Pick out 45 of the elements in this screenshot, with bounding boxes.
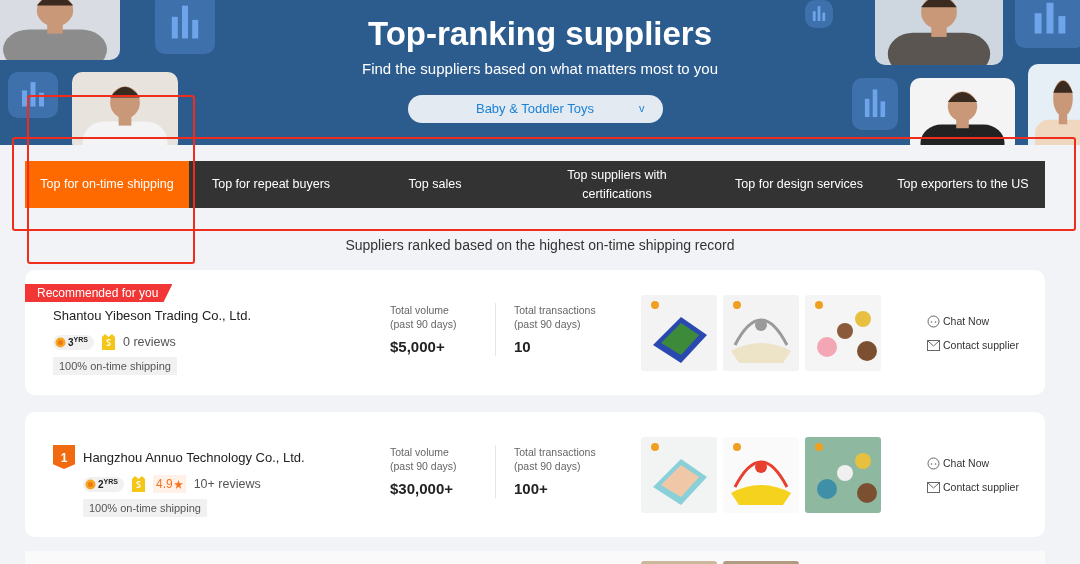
chat-icon [927,457,940,471]
bar-chart-icon [852,78,898,130]
mail-icon [927,481,940,495]
tab[interactable]: Top for repeat buyers [189,161,353,208]
review-count: 0 reviews [122,334,176,351]
contact-supplier-link[interactable]: Contact supplier [927,337,1019,354]
ranking-note: Suppliers ranked based on the highest on-time shipping record [345,237,735,253]
stat-label: Total transactions (past 90 days) [514,303,597,331]
years-badge: 2$^{YRS}$ [83,476,124,492]
bar-chart-icon [1015,0,1080,48]
stat-value: $5,000+ [390,338,446,356]
chat-now-link[interactable]: Chat Now [927,456,1019,472]
stat-value: $30,000+ [390,480,454,498]
chat-icon [927,315,940,329]
bar-chart-icon [155,0,215,54]
stat-value: 10 [514,338,532,356]
recommended-ribbon: Recommended for you [25,284,173,302]
star-icon [173,479,183,489]
bar-chart-icon [805,0,833,28]
stat-label: Total volume (past 90 days) [390,303,458,331]
bar-chart-icon [8,72,58,118]
tab[interactable]: Top for design services [717,161,881,208]
tab[interactable]: Top suppliers with certifications [517,161,717,208]
caret-icon: v [639,100,645,117]
banner-subtitle: Find the suppliers based on what matters most to you [362,58,718,79]
supplier-name[interactable]: Shantou Yibeson Trading Co., Ltd. [53,306,252,326]
tab[interactable]: Top sales [353,161,517,208]
stat-label: Total volume (past 90 days) [390,445,458,473]
chat-now-link[interactable]: Chat Now [927,314,1019,330]
medal-icon [55,336,66,348]
supplier-name[interactable]: Hangzhou Annuo Technology Co., Ltd. [83,448,305,468]
medal-icon [85,478,96,490]
contact-supplier-link[interactable]: Contact supplier [927,479,1019,496]
rating: 4.9 [152,475,186,494]
mail-icon [927,339,940,353]
tab[interactable]: Top exporters to the US [881,161,1045,208]
stat-value: 100+ [514,480,549,498]
review-count: 10+ reviews [193,476,261,493]
shipping-tag: 100% on-time shipping [83,498,207,518]
years-badge: 3$^{YRS}$ [53,334,94,350]
rank-badge: 1 [53,445,75,469]
banner-title: Top-ranking suppliers [367,14,713,54]
shipping-tag: 100% on-time shipping [53,356,177,376]
category-dropdown[interactable]: Baby & Toddler Toys v [407,94,663,123]
stat-label: Total transactions (past 90 days) [514,445,597,473]
